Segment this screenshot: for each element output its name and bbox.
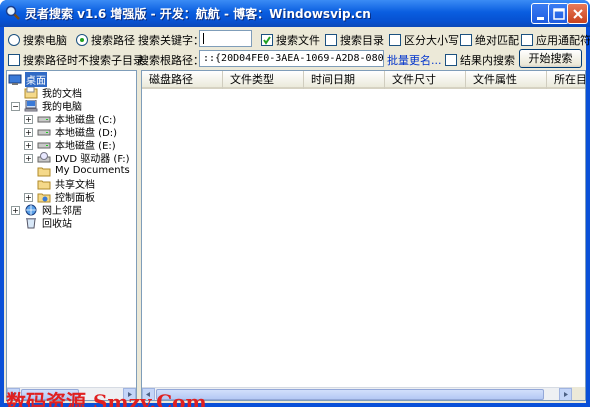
root-path-input[interactable]: ::{20D04FE0-3AEA-1069-A2D8-08002B30309D} bbox=[199, 50, 384, 67]
radio-off-icon bbox=[8, 34, 20, 46]
expand-icon[interactable]: + bbox=[11, 206, 20, 215]
radio-on-icon bbox=[76, 34, 88, 46]
column-header[interactable]: 时间日期 bbox=[304, 71, 385, 89]
column-header[interactable]: 磁盘路径 bbox=[142, 71, 223, 89]
expand-icon[interactable]: + bbox=[24, 141, 33, 150]
drive-icon bbox=[37, 142, 51, 148]
control-panel-icon bbox=[37, 193, 51, 202]
root-path-label: 搜索根路径： bbox=[138, 54, 204, 67]
checkbox-off-icon bbox=[325, 34, 337, 46]
no-subdir-label: 搜索路径时不搜索子目录 bbox=[23, 54, 144, 67]
tree-item-dvd-f[interactable]: DVD 驱动器 (F:) bbox=[37, 151, 131, 165]
checkbox-off-icon bbox=[8, 54, 20, 66]
search-path-label: 搜索路径 bbox=[91, 34, 135, 47]
desktop-icon bbox=[8, 74, 22, 85]
case-sensitive-checkbox[interactable]: 区分大小写 bbox=[389, 32, 459, 48]
close-button[interactable] bbox=[567, 3, 588, 24]
client-area: 搜索电脑 搜索路径 搜索路径时不搜索子目录 搜索关键字： 搜索文件 搜索目录 区… bbox=[4, 27, 590, 407]
search-dirs-checkbox[interactable]: 搜索目录 bbox=[325, 32, 384, 48]
tree-item-label: 回收站 bbox=[42, 219, 72, 230]
tree-item-label: DVD 驱动器 (F:) bbox=[55, 154, 130, 165]
no-subdir-checkbox[interactable]: 搜索路径时不搜索子目录 bbox=[8, 52, 144, 68]
column-header[interactable]: 所在目录 bbox=[547, 71, 585, 89]
network-icon bbox=[25, 204, 37, 215]
app-icon bbox=[5, 5, 20, 20]
maximize-button[interactable] bbox=[548, 3, 569, 24]
wildcard-checkbox[interactable]: 应用通配符 bbox=[521, 32, 590, 48]
batch-rename-link[interactable]: 批量更名... bbox=[387, 52, 442, 68]
computer-icon bbox=[24, 99, 38, 111]
expand-icon[interactable]: + bbox=[24, 154, 33, 163]
search-path-radio[interactable]: 搜索路径 bbox=[76, 32, 135, 48]
search-dirs-label: 搜索目录 bbox=[340, 34, 384, 47]
checkbox-off-icon bbox=[389, 34, 401, 46]
start-search-button[interactable]: 开始搜索 bbox=[519, 49, 582, 68]
wildcard-label: 应用通配符 bbox=[536, 34, 590, 47]
app-window: 灵者搜索 v1.6 增强版 - 开发：航航 - 博客：Windowsvip.cn… bbox=[0, 0, 590, 407]
collapse-icon[interactable]: − bbox=[11, 102, 20, 111]
arrow-right-icon bbox=[564, 392, 568, 397]
folder-icon bbox=[37, 167, 51, 176]
watermark: 数码资源 Smzy.Com bbox=[6, 390, 207, 407]
case-sensitive-label: 区分大小写 bbox=[404, 34, 459, 47]
expand-icon[interactable]: + bbox=[24, 128, 33, 137]
keyword-label: 搜索关键字： bbox=[138, 34, 204, 47]
list-header: 磁盘路径 文件类型 时间日期 文件尺寸 文件属性 所在目录 bbox=[142, 71, 585, 89]
column-header[interactable]: 文件类型 bbox=[223, 71, 304, 89]
checkbox-off-icon bbox=[521, 34, 533, 46]
checkbox-off-icon bbox=[445, 54, 457, 66]
column-header[interactable]: 文件属性 bbox=[466, 71, 547, 89]
expand-icon[interactable]: + bbox=[24, 193, 33, 202]
search-computer-label: 搜索电脑 bbox=[23, 34, 67, 47]
tree-item-label: My Documents bbox=[55, 165, 130, 176]
keyword-input[interactable] bbox=[199, 30, 252, 47]
search-in-results-label: 结果内搜索 bbox=[460, 54, 515, 67]
expand-icon[interactable]: + bbox=[24, 115, 33, 124]
text-caret bbox=[203, 32, 204, 44]
checkbox-off-icon bbox=[460, 34, 472, 46]
recycle-bin-icon bbox=[26, 217, 36, 228]
column-header[interactable]: 文件尺寸 bbox=[385, 71, 466, 89]
search-in-results-checkbox[interactable]: 结果内搜索 bbox=[445, 52, 515, 68]
search-files-label: 搜索文件 bbox=[276, 34, 320, 47]
exact-match-checkbox[interactable]: 绝对匹配 bbox=[460, 32, 519, 48]
search-files-checkbox[interactable]: 搜索文件 bbox=[261, 32, 320, 48]
checkbox-checked-icon bbox=[261, 34, 273, 46]
search-computer-radio[interactable]: 搜索电脑 bbox=[8, 32, 67, 48]
scroll-thumb[interactable] bbox=[156, 389, 544, 400]
documents-icon bbox=[24, 86, 38, 98]
results-list[interactable]: 磁盘路径 文件类型 时间日期 文件尺寸 文件属性 所在目录 bbox=[141, 70, 586, 401]
window-title: 灵者搜索 v1.6 增强版 - 开发：航航 - 博客：Windowsvip.cn bbox=[25, 7, 371, 21]
exact-match-label: 绝对匹配 bbox=[475, 34, 519, 47]
folder-icon bbox=[37, 180, 51, 189]
close-icon bbox=[573, 9, 583, 19]
size-grip bbox=[572, 387, 585, 400]
drive-icon bbox=[37, 116, 51, 122]
scroll-right-button[interactable] bbox=[559, 388, 572, 400]
dvd-icon bbox=[37, 151, 51, 162]
tree-item-recycle-bin[interactable]: 回收站 bbox=[24, 216, 73, 230]
title-bar[interactable]: 灵者搜索 v1.6 增强版 - 开发：航航 - 博客：Windowsvip.cn bbox=[0, 0, 590, 27]
drive-icon bbox=[37, 129, 51, 135]
folder-tree[interactable]: 桌面 我的文档 − 我的电脑 + 本地磁盘 (C:) + 本地磁盘 (D:) + bbox=[6, 70, 137, 401]
